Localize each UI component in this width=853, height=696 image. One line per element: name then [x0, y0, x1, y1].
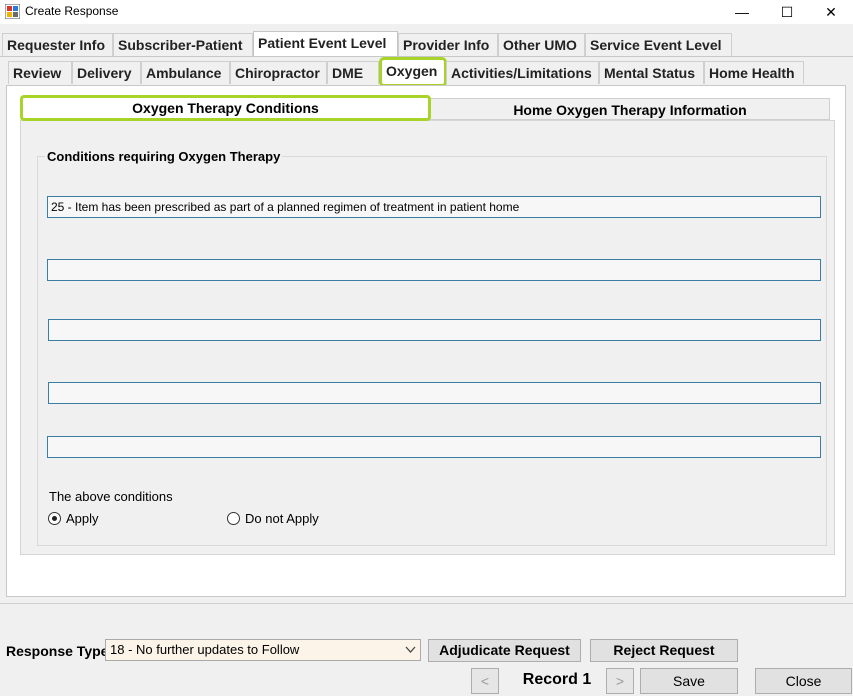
- tab-label: Home Health: [709, 65, 795, 81]
- tab-label: Review: [13, 65, 62, 81]
- tab-label: Home Oxygen Therapy Information: [513, 102, 747, 118]
- tab-mental-status[interactable]: Mental Status: [599, 61, 704, 84]
- tab-subscriber-patient[interactable]: Subscriber-Patient: [113, 33, 253, 56]
- tab-label: Ambulance: [146, 65, 222, 81]
- reject-request-button[interactable]: Reject Request: [590, 639, 738, 662]
- tab-label: Provider Info: [403, 37, 490, 53]
- tab-oxygen[interactable]: Oxygen: [379, 57, 447, 87]
- tab-home-oxygen-therapy-information[interactable]: Home Oxygen Therapy Information: [430, 98, 830, 120]
- tab-home-health[interactable]: Home Health: [704, 61, 804, 84]
- tab-label: Oxygen Therapy Conditions: [132, 100, 319, 116]
- response-type-label: Response Type: [6, 643, 109, 659]
- tab-dme[interactable]: DME: [327, 61, 379, 84]
- response-type-value: 18 - No further updates to Follow: [110, 642, 300, 657]
- tab-requester-info[interactable]: Requester Info: [2, 33, 113, 56]
- condition-field-5[interactable]: [47, 436, 821, 458]
- footer-divider: [0, 603, 853, 604]
- tab-label: Oxygen: [386, 63, 438, 79]
- adjudicate-request-button[interactable]: Adjudicate Request: [428, 639, 581, 662]
- tab-provider-info[interactable]: Provider Info: [398, 33, 498, 56]
- radio-selected-dot: [52, 516, 57, 521]
- top-tab-row: Requester Info Subscriber-Patient Patien…: [0, 31, 853, 57]
- condition-field-4[interactable]: [48, 382, 821, 404]
- sub-tab-row: Review Delivery Ambulance Chiropractor D…: [0, 57, 853, 87]
- window-close-button[interactable]: ✕: [808, 0, 853, 24]
- tab-patient-event-level[interactable]: Patient Event Level: [253, 31, 398, 57]
- app-icon: [5, 4, 20, 19]
- tab-delivery[interactable]: Delivery: [72, 61, 141, 84]
- tab-chiropractor[interactable]: Chiropractor: [230, 61, 327, 84]
- tab-label: Activities/Limitations: [451, 65, 592, 81]
- tab-label: Delivery: [77, 65, 132, 81]
- response-type-select[interactable]: 18 - No further updates to Follow: [105, 639, 421, 661]
- condition-field-2[interactable]: [47, 259, 821, 281]
- radio-circle-icon: [227, 512, 240, 525]
- tab-label: DME: [332, 65, 364, 81]
- top-tab-divider: [0, 56, 853, 57]
- apply-radio[interactable]: Apply: [48, 511, 128, 527]
- condition-field-1[interactable]: 25 - Item has been prescribed as part of…: [47, 196, 821, 218]
- tab-label: Other UMO: [503, 37, 577, 53]
- window-title: Create Response: [25, 4, 119, 18]
- tab-label: Service Event Level: [590, 37, 722, 53]
- conditions-group-title: Conditions requiring Oxygen Therapy: [45, 149, 283, 164]
- radio-circle-icon: [48, 512, 61, 525]
- close-button[interactable]: Close: [755, 668, 852, 694]
- tab-label: Requester Info: [7, 37, 106, 53]
- tab-label: Chiropractor: [235, 65, 320, 81]
- tab-ambulance[interactable]: Ambulance: [141, 61, 230, 84]
- record-indicator: Record 1: [522, 671, 592, 688]
- apply-radio-label: Apply: [66, 511, 99, 526]
- save-button[interactable]: Save: [640, 668, 738, 694]
- do-not-apply-radio[interactable]: Do not Apply: [227, 511, 337, 527]
- previous-record-button[interactable]: <: [471, 668, 499, 694]
- chevron-down-icon: [405, 646, 416, 653]
- tab-review[interactable]: Review: [8, 61, 72, 84]
- tab-service-event-level[interactable]: Service Event Level: [585, 33, 732, 56]
- tab-label: Patient Event Level: [258, 35, 387, 51]
- tab-label: Mental Status: [604, 65, 696, 81]
- title-bar: Create Response — ☐ ✕: [0, 0, 853, 24]
- tab-oxygen-therapy-conditions[interactable]: Oxygen Therapy Conditions: [20, 95, 431, 121]
- minimize-button[interactable]: —: [719, 0, 765, 24]
- tab-activities-limitations[interactable]: Activities/Limitations: [446, 61, 599, 84]
- next-record-button[interactable]: >: [606, 668, 634, 694]
- tab-other-umo[interactable]: Other UMO: [498, 33, 585, 56]
- maximize-button[interactable]: ☐: [764, 0, 810, 24]
- tab-label: Subscriber-Patient: [118, 37, 243, 53]
- do-not-apply-radio-label: Do not Apply: [245, 511, 319, 526]
- condition-field-3[interactable]: [48, 319, 821, 341]
- above-conditions-label: The above conditions: [49, 489, 173, 504]
